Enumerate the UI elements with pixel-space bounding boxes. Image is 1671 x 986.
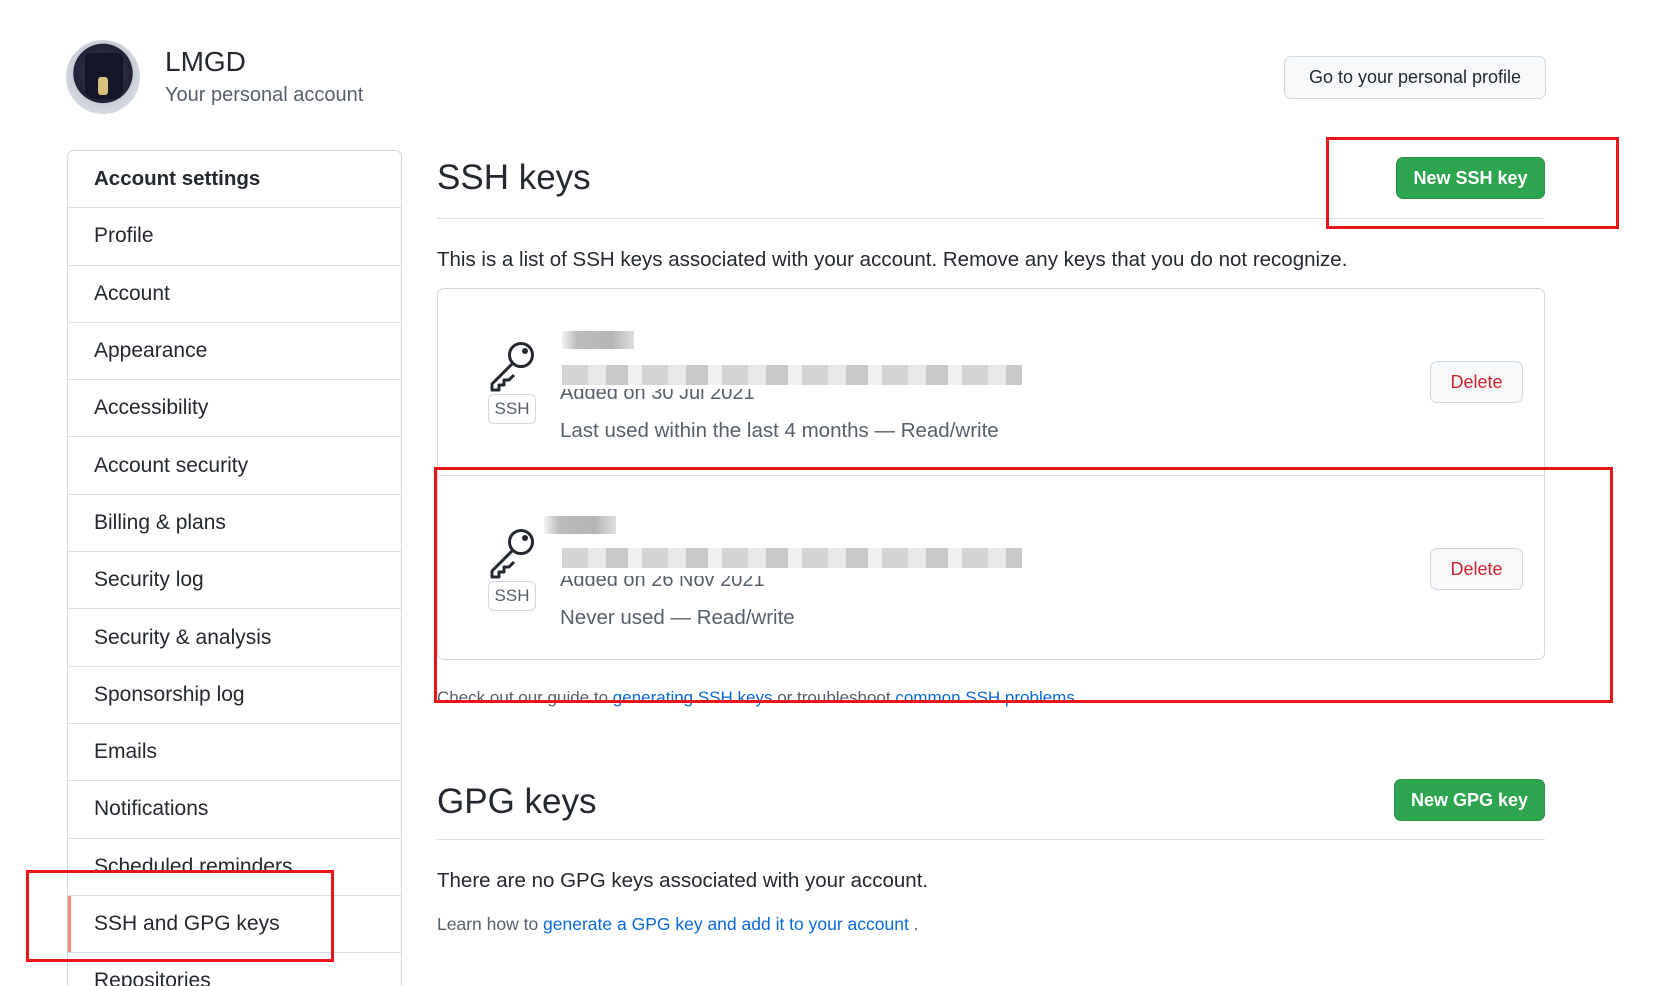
gpg-title-divider [437,839,1545,840]
sidebar-item-security-log[interactable]: Security log [68,552,401,610]
account-subtitle: Your personal account [165,84,364,106]
avatar[interactable] [66,40,140,114]
key-fingerprint-redacted [562,365,1022,385]
key-added-date: Added on 30 Jul 2021 [560,389,755,404]
gpg-empty-text: There are no GPG keys associated with yo… [437,869,929,892]
go-to-profile-button[interactable]: Go to your personal profile [1284,56,1546,99]
gpg-keys-title: GPG keys [437,782,597,821]
ssh-description: This is a list of SSH keys associated wi… [437,248,1348,271]
sidebar-item-profile[interactable]: Profile [68,208,401,266]
delete-key-button[interactable]: Delete [1430,361,1523,403]
generate-gpg-key-link[interactable]: generate a GPG key and add it to your ac… [543,914,909,934]
annotation-box-sidebar-ssh-gpg [26,870,334,962]
sidebar-item-appearance[interactable]: Appearance [68,323,401,381]
annotation-box-second-key [434,467,1613,703]
sidebar-item-emails[interactable]: Emails [68,724,401,782]
sidebar-item-account-security[interactable]: Account security [68,437,401,495]
key-usage: Last used within the last 4 months — Rea… [560,419,999,442]
sidebar-item-billing-plans[interactable]: Billing & plans [68,495,401,553]
new-gpg-key-button[interactable]: New GPG key [1394,779,1545,821]
sidebar-item-notifications[interactable]: Notifications [68,781,401,839]
annotation-box-new-ssh-key [1326,137,1619,229]
settings-sidebar: Account settings Profile Account Appeara… [67,150,402,986]
account-header: LMGD Your personal account Go to your pe… [66,40,1546,120]
gpg-learn-text: Learn how to generate a GPG key and add … [437,914,919,935]
account-name[interactable]: LMGD [165,46,246,78]
learn-suffix: . [908,914,919,934]
avatar-image-figure [98,77,108,95]
sidebar-item-accessibility[interactable]: Accessibility [68,380,401,438]
ssh-badge: SSH [488,394,536,424]
sidebar-item-sponsorship-log[interactable]: Sponsorship log [68,667,401,724]
sidebar-item-security-analysis[interactable]: Security & analysis [68,609,401,667]
key-icon [490,342,534,392]
learn-prefix: Learn how to [437,914,544,934]
sidebar-header-account-settings: Account settings [68,151,401,209]
sidebar-item-account[interactable]: Account [68,266,401,323]
ssh-key-row: SSH Added on 30 Jul 2021 Last used withi… [438,289,1544,474]
ssh-keys-title: SSH keys [437,158,591,197]
key-title-redacted [562,331,634,349]
